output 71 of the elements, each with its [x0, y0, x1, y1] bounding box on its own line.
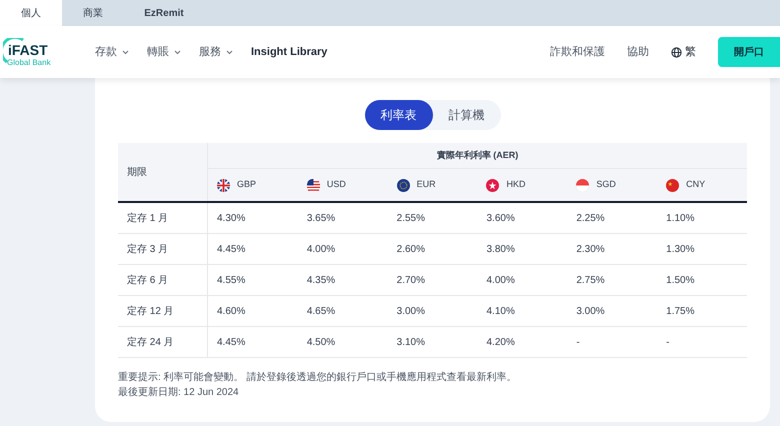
chevron-down-icon [174, 50, 181, 54]
logo[interactable]: iFAST Global Bank [3, 32, 55, 72]
table-cell-text: - [666, 336, 670, 350]
top-tab[interactable]: EzRemit [124, 0, 204, 26]
column-header: HKD [506, 178, 526, 192]
logo-wordmark: iFAST [8, 43, 48, 57]
nav-item[interactable]: Insight Library [251, 44, 328, 60]
flag-icon [217, 178, 230, 192]
table-cell-text: 4.35% [306, 274, 336, 288]
table-cell-text: 4.50% [306, 336, 336, 350]
view-tab[interactable]: 利率表 [364, 100, 432, 130]
nav-item[interactable]: 轉賬 [147, 44, 181, 60]
table-cell-text: 4.00% [306, 242, 336, 256]
table-cell-text: - [576, 336, 580, 350]
globe-icon [671, 46, 682, 58]
table-cell-text: 2.25% [576, 212, 605, 226]
table-cell-text: 4.45% [217, 242, 246, 256]
nav-item[interactable]: 存款 [95, 44, 129, 60]
top-tab[interactable]: 個人 [0, 0, 62, 26]
column-group-header: 實際年利利率 (AER) [208, 143, 747, 169]
flag-icon [306, 178, 320, 192]
table-cell-text: 2.55% [396, 212, 426, 226]
table-cell-text: 2.30% [576, 242, 605, 256]
footnote: 重要提示: 利率可能會變動。 請於登錄後透過您的銀行戶口或手機應用程式查看最新利率。 [118, 372, 518, 384]
table-cell-text: 3.80% [486, 242, 515, 256]
table-cell-text: 4.00% [486, 274, 515, 288]
language-button[interactable]: 繁 [671, 44, 696, 60]
table-cell-text: 3.00% [396, 304, 426, 318]
column-header: CNY [686, 178, 706, 192]
chevron-down-icon [122, 50, 129, 54]
column-header: GBP [237, 178, 256, 192]
column-header: EUR [416, 178, 436, 192]
table-cell-text: 1.75% [666, 304, 694, 318]
flag-icon [396, 178, 410, 192]
table-cell-text: 4.55% [217, 274, 246, 288]
top-tab[interactable]: 商業 [62, 0, 124, 26]
table-cell-text: 4.45% [217, 336, 246, 350]
flag-icon [666, 178, 680, 192]
view-tab[interactable]: 計算機 [432, 100, 500, 130]
table-cell-text: 3.65% [306, 212, 336, 226]
table-cell-text: 3.10% [396, 336, 426, 350]
logo-subtitle: Global Bank [7, 59, 51, 67]
table-cell-text: 4.30% [217, 212, 246, 226]
table-cell-text: 2.75% [576, 274, 605, 288]
nav-link[interactable]: 協助 [627, 44, 649, 60]
footnote: 最後更新日期: 12 Jun 2024 [118, 387, 240, 399]
column-header: 期限 [118, 143, 208, 201]
table-cell-text: 定存 24 月 [127, 336, 174, 350]
nav-item[interactable]: 服務 [199, 44, 233, 60]
table-cell-text: 2.70% [396, 274, 426, 288]
table-cell-text: 1.10% [666, 212, 694, 226]
table-cell-text: 定存 1 月 [127, 212, 168, 226]
column-header: SGD [596, 178, 616, 192]
table-cell-text: 4.65% [306, 304, 336, 318]
table-cell-text: 2.60% [396, 242, 426, 256]
flag-icon [576, 178, 590, 192]
table-cell-text: 4.20% [486, 336, 515, 350]
chevron-down-icon [226, 50, 233, 54]
table-cell-text: 1.30% [666, 242, 694, 256]
nav-link[interactable]: 詐欺和保護 [550, 44, 605, 60]
table-cell-text: 3.60% [486, 212, 515, 226]
column-header: USD [326, 178, 346, 192]
table-cell-text: 3.00% [576, 304, 605, 318]
table-cell-text: 定存 3 月 [127, 242, 168, 256]
open-account-button[interactable]: 開戶口 [718, 37, 780, 67]
table-cell-text: 定存 12 月 [127, 304, 174, 318]
table-cell-text: 1.50% [666, 274, 694, 288]
flag-icon [486, 178, 500, 192]
table-cell-text: 4.10% [486, 304, 515, 318]
table-cell-text: 4.60% [217, 304, 246, 318]
table-cell-text: 定存 6 月 [127, 274, 168, 288]
